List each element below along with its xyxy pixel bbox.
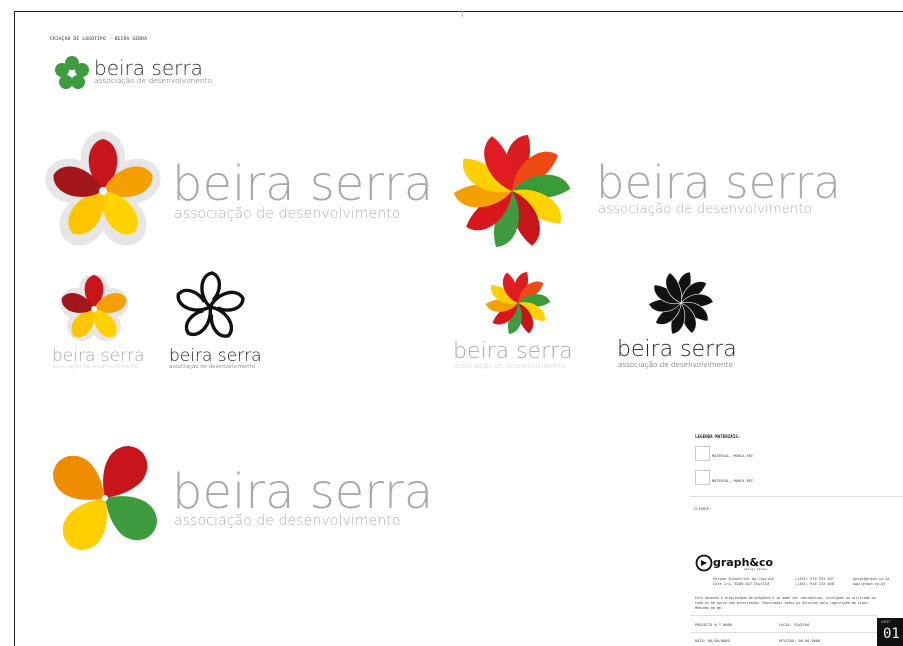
variant-a-small-color-name: beira serra bbox=[52, 346, 145, 366]
variant-a-large-subtitle: associação de desenvolvimento bbox=[174, 206, 401, 222]
address-line-2: Lote 1/4, 6200-027 Covilhã bbox=[713, 582, 770, 586]
title-block-divider-3 bbox=[690, 632, 877, 633]
disclaimer-line-3: Medidas em mm. bbox=[695, 606, 723, 610]
material-label-2: MATERIAL, MARCA REF. bbox=[712, 479, 756, 483]
material-swatch-1 bbox=[695, 446, 710, 461]
variant-a-large-flower-icon bbox=[45, 131, 161, 246]
legend-heading: LEGENDA MATERIAIS: bbox=[695, 434, 741, 439]
material-swatch-2 bbox=[695, 470, 710, 485]
revision-label: REVISÃO: 00.00.0000 bbox=[779, 639, 821, 643]
variant-c-large-subtitle: associação de desenvolvimento bbox=[174, 513, 401, 529]
variant-c-large-name: beira serra bbox=[172, 464, 434, 520]
sheet-number: 01 bbox=[883, 626, 900, 642]
variant-b-small-pinwheel-icon bbox=[485, 272, 551, 334]
disclaimer-line-2: todo ou em parte com autorização. Reserv… bbox=[695, 601, 870, 605]
title-block-divider-2 bbox=[690, 615, 877, 616]
drawing-sheet: CRIAÇÃO DE LOGÓTIPO - BEIRA SERRA beira … bbox=[0, 0, 903, 646]
company-tagline: design studio bbox=[744, 567, 768, 571]
sheet-title: CRIAÇÃO DE LOGÓTIPO - BEIRA SERRA bbox=[50, 37, 148, 42]
header-clover-icon bbox=[55, 56, 89, 89]
address-line-1: Parque Industrial da Covilhã bbox=[713, 577, 774, 581]
title-block-divider-1 bbox=[690, 496, 903, 497]
variant-a-small-flower-icon bbox=[60, 274, 128, 341]
variant-b-small-black-subtitle: associação de desenvolvimento bbox=[618, 360, 733, 369]
sheet-number-box: SHEET 01 bbox=[877, 618, 903, 646]
header-logo-subtitle: associação de desenvolvimento bbox=[94, 76, 212, 85]
variant-a-small-color-subtitle: associação de desenvolvimento bbox=[52, 364, 139, 370]
variant-b-large-subtitle: associação de desenvolvimento bbox=[598, 202, 812, 217]
variant-b-large-pinwheel-icon bbox=[453, 135, 571, 247]
date-label: DATA: 00/00/0000 bbox=[695, 639, 730, 643]
variant-a-small-black-subtitle: associação de desenvolvimento bbox=[169, 364, 256, 370]
phone-line-1: (+351) 275 333 847 bbox=[795, 577, 834, 581]
disclaimer-line-1: Este desenho é propriedade da graph&co e… bbox=[695, 596, 876, 600]
material-label-1: MATERIAL, MARCA REF. bbox=[712, 454, 756, 458]
sheet-number-caption: SHEET bbox=[881, 620, 891, 624]
phone-line-2: (+351) 916 213 648 bbox=[795, 582, 834, 586]
variant-b-small-black-name: beira serra bbox=[617, 337, 737, 362]
variant-a-small-black-outline-icon bbox=[176, 271, 245, 338]
variant-b-small-color-subtitle: associação de desenvolvimento bbox=[454, 362, 566, 370]
email-text: geral@graph.co.pt bbox=[853, 577, 890, 581]
project-label: PROJECTO N.º 0000 bbox=[695, 623, 732, 627]
variant-a-small-black-name: beira serra bbox=[169, 346, 262, 366]
web-text: www.graph.co.pt bbox=[853, 582, 886, 586]
variant-a-large-name: beira serra bbox=[172, 156, 434, 212]
header-logo-name: beira serra bbox=[94, 56, 203, 80]
variant-b-small-color-name: beira serra bbox=[453, 339, 573, 364]
client-label: CLIENTE: bbox=[694, 507, 712, 511]
local-label: LOCAL: COVILHÃ bbox=[779, 623, 810, 627]
center-mark bbox=[462, 11, 463, 17]
graphco-logo-icon bbox=[695, 554, 713, 572]
variant-b-large-name: beira serra bbox=[596, 156, 841, 209]
variant-c-large-flower-icon bbox=[53, 446, 157, 550]
variant-b-small-black-pinwheel-icon bbox=[648, 271, 714, 335]
